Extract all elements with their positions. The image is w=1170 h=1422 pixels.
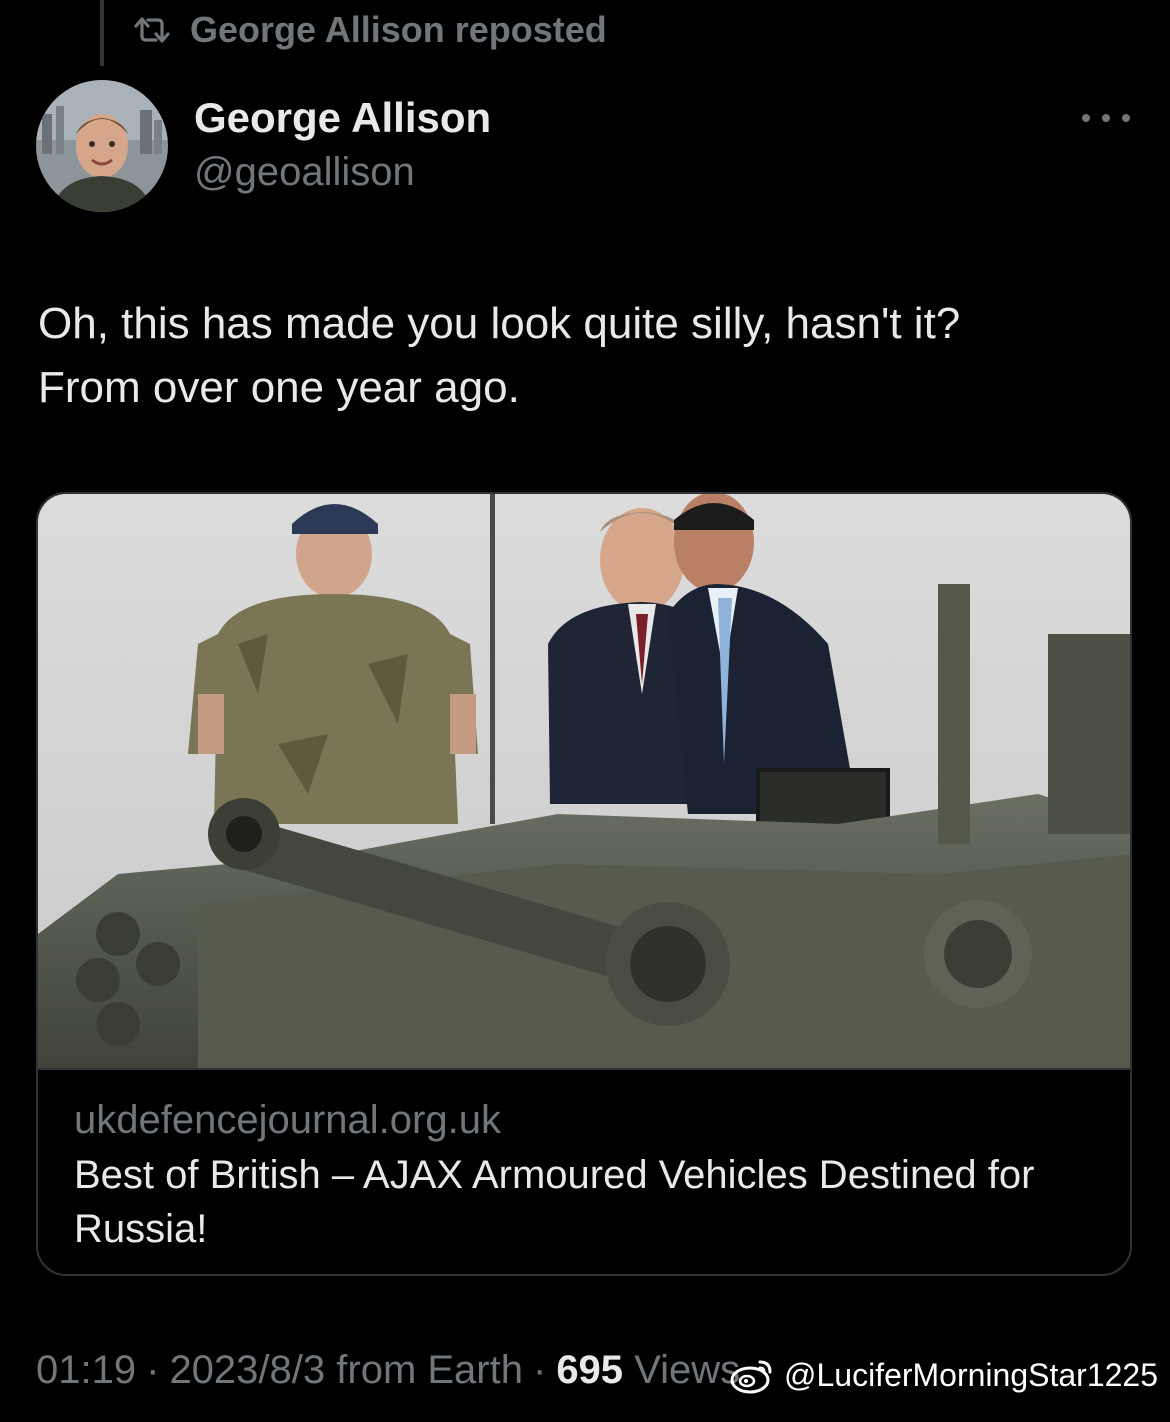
more-options-button[interactable] [1082, 104, 1130, 132]
repost-label: George Allison reposted [190, 9, 607, 50]
author-name[interactable]: George Allison [194, 94, 491, 142]
tweet-line: Oh, this has made you look quite silly, … [38, 299, 961, 348]
tweet-meta: 01:19 · 2023/8/3 from Earth · 695 Views [36, 1348, 740, 1393]
tweet-text: Oh, this has made you look quite silly, … [38, 292, 1138, 420]
tweet-date[interactable]: 2023/8/3 [169, 1348, 325, 1393]
author-handle[interactable]: @geoallison [194, 150, 415, 195]
tweet-line: From over one year ago. [38, 363, 520, 412]
card-image [38, 494, 1130, 1068]
avatar[interactable] [36, 80, 168, 212]
meta-separator: · [532, 1348, 547, 1392]
views-label: Views [634, 1348, 741, 1392]
views-count[interactable]: 695 [556, 1348, 623, 1393]
card-title: Best of British – AJAX Armoured Vehicles… [74, 1153, 1035, 1251]
card-domain: ukdefencejournal.org.uk [74, 1098, 501, 1142]
more-horizontal-icon [1082, 114, 1090, 122]
tweet-source: from Earth [336, 1348, 523, 1392]
card-divider [38, 1068, 1130, 1070]
repost-indicator[interactable]: George Allison reposted [132, 8, 607, 52]
watermark: @LuciferMorningStar1225 [730, 1356, 1158, 1394]
meta-separator: · [146, 1348, 160, 1392]
repost-icon [132, 14, 172, 46]
tweet-time[interactable]: 01:19 [36, 1348, 136, 1393]
thread-line [100, 0, 104, 66]
watermark-text: @LuciferMorningStar1225 [783, 1356, 1158, 1393]
link-preview-card[interactable]: ukdefencejournal.org.uk Best of British … [36, 492, 1132, 1276]
weibo-icon [730, 1356, 776, 1394]
